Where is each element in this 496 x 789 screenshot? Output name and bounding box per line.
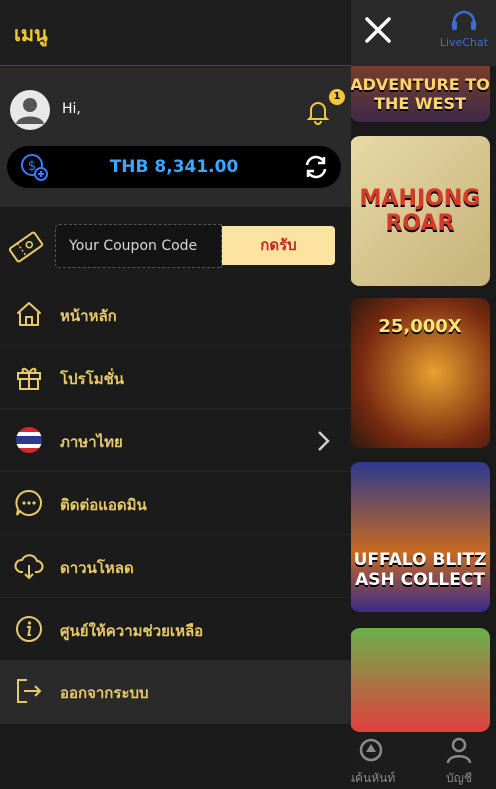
coupon-input[interactable] — [55, 224, 222, 268]
menu-item-help-center[interactable]: ศูนย์ให้ความช่วยเหลือ — [0, 598, 351, 661]
menu-item-label: โปรโมชั่น — [60, 370, 125, 388]
menu-item-promotions[interactable]: โปรโมชั่น — [0, 346, 351, 409]
claim-coupon-button[interactable]: กดรับ — [222, 226, 335, 265]
livechat-button[interactable]: LiveChat — [436, 8, 492, 49]
game-tile[interactable]: MAHJONG ROAR — [350, 136, 490, 286]
game-tile[interactable]: UFFALO BLITZ ASH COLLECT — [350, 462, 490, 612]
game-tile-title: UFFALO BLITZ ASH COLLECT — [353, 550, 487, 590]
ticket-icon — [8, 231, 44, 263]
avatar[interactable] — [10, 90, 50, 130]
menu-item-language[interactable]: ภาษาไทย — [0, 409, 351, 472]
greeting-text: Hi, — [62, 101, 81, 117]
gift-icon — [17, 367, 41, 390]
drawer-header: เมนู — [0, 0, 351, 66]
game-tile[interactable]: 25,000X — [350, 298, 490, 448]
menu-item-home[interactable]: หน้าหลัก — [0, 283, 351, 346]
game-tile-title: MAHJONG ROAR — [359, 186, 481, 236]
menu-item-label: ดาวนโหลด — [60, 559, 134, 577]
menu-item-label: ติดต่อแอดมิน — [60, 496, 147, 514]
game-tile[interactable] — [350, 628, 490, 732]
game-tile[interactable]: ADVENTURE TO THE WEST — [350, 66, 490, 122]
coupon-section: กดรับ — [0, 207, 351, 283]
bottom-nav-label: บัญชี — [446, 771, 472, 785]
logout-icon — [17, 679, 42, 703]
menu-drawer: เมนู Hi, 1 $ THB 8,341.00 Your Coupon Co… — [0, 0, 351, 789]
notification-badge: 1 — [329, 89, 345, 105]
close-icon[interactable] — [360, 12, 396, 48]
drawer-title: เมนู — [14, 22, 48, 46]
menu-item-label: ศูนย์ให้ความช่วยเหลือ — [60, 622, 204, 640]
logout-button[interactable]: ออกจากระบบ — [0, 660, 351, 724]
tournament-icon — [359, 738, 383, 762]
info-icon — [16, 616, 42, 642]
balance-amount: THB 8,341.00 — [109, 157, 239, 177]
balance-bar: $ THB 8,341.00 — [7, 146, 341, 188]
user-avatar-icon — [11, 91, 49, 129]
livechat-label: LiveChat — [439, 36, 489, 49]
headset-icon — [452, 10, 476, 30]
home-icon — [17, 302, 41, 326]
chat-icon — [15, 489, 42, 516]
thai-flag-icon — [16, 427, 42, 453]
bell-icon[interactable] — [304, 97, 332, 125]
menu-item-label: หน้าหลัก — [60, 307, 117, 325]
game-tile-title: 25,000X — [378, 316, 462, 337]
game-tile-title — [350, 628, 490, 732]
game-tile-title: ADVENTURE TO THE WEST — [350, 75, 490, 113]
menu-item-label: ภาษาไทย — [60, 433, 123, 451]
logout-label: ออกจากระบบ — [60, 684, 149, 702]
refresh-icon[interactable] — [303, 154, 329, 180]
menu-item-download[interactable]: ดาวนโหลด — [0, 535, 351, 598]
person-icon — [446, 737, 472, 764]
user-panel: Hi, 1 $ THB 8,341.00 — [0, 67, 351, 207]
cloud-download-icon — [14, 554, 44, 580]
menu-item-contact-admin[interactable]: ติดต่อแอดมิน — [0, 472, 351, 535]
bottom-nav-account[interactable]: บัญชี — [424, 736, 494, 788]
chevron-right-icon — [318, 431, 330, 451]
